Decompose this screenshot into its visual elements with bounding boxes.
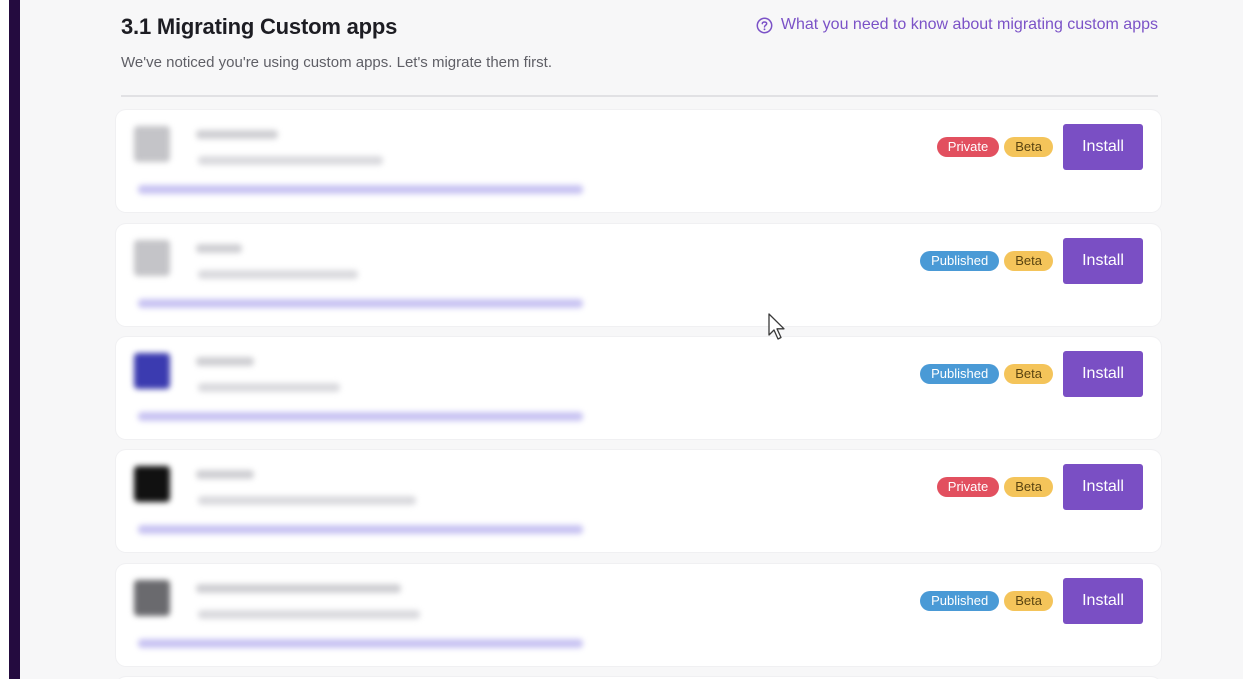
sidebar-rail bbox=[9, 0, 20, 681]
app-name-redacted bbox=[196, 130, 278, 139]
app-logo bbox=[134, 580, 170, 616]
app-meta-redacted bbox=[198, 270, 358, 279]
window-edge bbox=[1243, 0, 1253, 681]
app-meta-redacted bbox=[198, 156, 383, 165]
app-actions: Published Beta Install bbox=[920, 238, 1143, 284]
redacted-app-details bbox=[116, 337, 726, 439]
app-logo bbox=[134, 466, 170, 502]
app-card: Private Beta Install bbox=[116, 450, 1161, 552]
app-actions: Private Beta Install bbox=[936, 124, 1143, 170]
install-button[interactable]: Install bbox=[1063, 351, 1143, 397]
channel-badge: Beta bbox=[1004, 251, 1053, 271]
channel-badge: Beta bbox=[1004, 591, 1053, 611]
app-actions: Published Beta Install bbox=[920, 351, 1143, 397]
page-subtitle: We've noticed you're using custom apps. … bbox=[121, 54, 553, 71]
page-title: 3.1 Migrating Custom apps bbox=[121, 14, 398, 39]
app-logo bbox=[134, 353, 170, 389]
app-note-redacted bbox=[138, 525, 583, 534]
app-card: Private Beta Install bbox=[116, 110, 1161, 212]
app-logo bbox=[134, 240, 170, 276]
app-logo bbox=[134, 126, 170, 162]
app-name-redacted bbox=[196, 244, 242, 253]
redacted-app-details bbox=[116, 564, 726, 666]
help-link-label: What you need to know about migrating cu… bbox=[780, 16, 1158, 33]
install-button[interactable]: Install bbox=[1063, 578, 1143, 624]
app-card: Published Beta Install bbox=[116, 564, 1161, 666]
redacted-app-details bbox=[116, 450, 726, 552]
channel-badge: Beta bbox=[1004, 364, 1053, 384]
app-card: Published Beta Install bbox=[116, 224, 1161, 326]
channel-badge: Beta bbox=[1004, 137, 1053, 157]
status-badge: Published bbox=[920, 364, 1000, 384]
app-actions: Private Beta Install bbox=[936, 464, 1143, 510]
app-frame: 3.1 Migrating Custom apps We've noticed … bbox=[0, 0, 1253, 681]
status-badge: Published bbox=[920, 251, 1000, 271]
app-name-redacted bbox=[196, 357, 254, 366]
status-badge: Private bbox=[936, 477, 1000, 497]
app-name-redacted bbox=[196, 584, 401, 593]
app-meta-redacted bbox=[198, 610, 420, 619]
app-name-redacted bbox=[196, 470, 254, 479]
install-button[interactable]: Install bbox=[1063, 124, 1143, 170]
app-note-redacted bbox=[138, 299, 583, 308]
mouse-cursor-icon bbox=[768, 313, 785, 340]
section-divider bbox=[121, 95, 1158, 97]
question-circle-icon bbox=[756, 17, 773, 34]
app-meta-redacted bbox=[198, 383, 340, 392]
channel-badge: Beta bbox=[1004, 477, 1053, 497]
app-meta-redacted bbox=[198, 496, 416, 505]
help-link[interactable]: What you need to know about migrating cu… bbox=[756, 16, 1158, 34]
app-note-redacted bbox=[138, 639, 583, 648]
app-note-redacted bbox=[138, 412, 583, 421]
status-badge: Published bbox=[920, 591, 1000, 611]
migration-section: 3.1 Migrating Custom apps We've noticed … bbox=[116, 0, 1161, 681]
status-badge: Private bbox=[936, 137, 1000, 157]
redacted-app-details bbox=[116, 110, 726, 212]
app-actions: Published Beta Install bbox=[920, 578, 1143, 624]
app-note-redacted bbox=[138, 185, 583, 194]
redacted-app-details bbox=[116, 224, 726, 326]
install-button[interactable]: Install bbox=[1063, 238, 1143, 284]
window-edge bbox=[0, 0, 9, 681]
install-button[interactable]: Install bbox=[1063, 464, 1143, 510]
app-card: Published Beta Install bbox=[116, 337, 1161, 439]
